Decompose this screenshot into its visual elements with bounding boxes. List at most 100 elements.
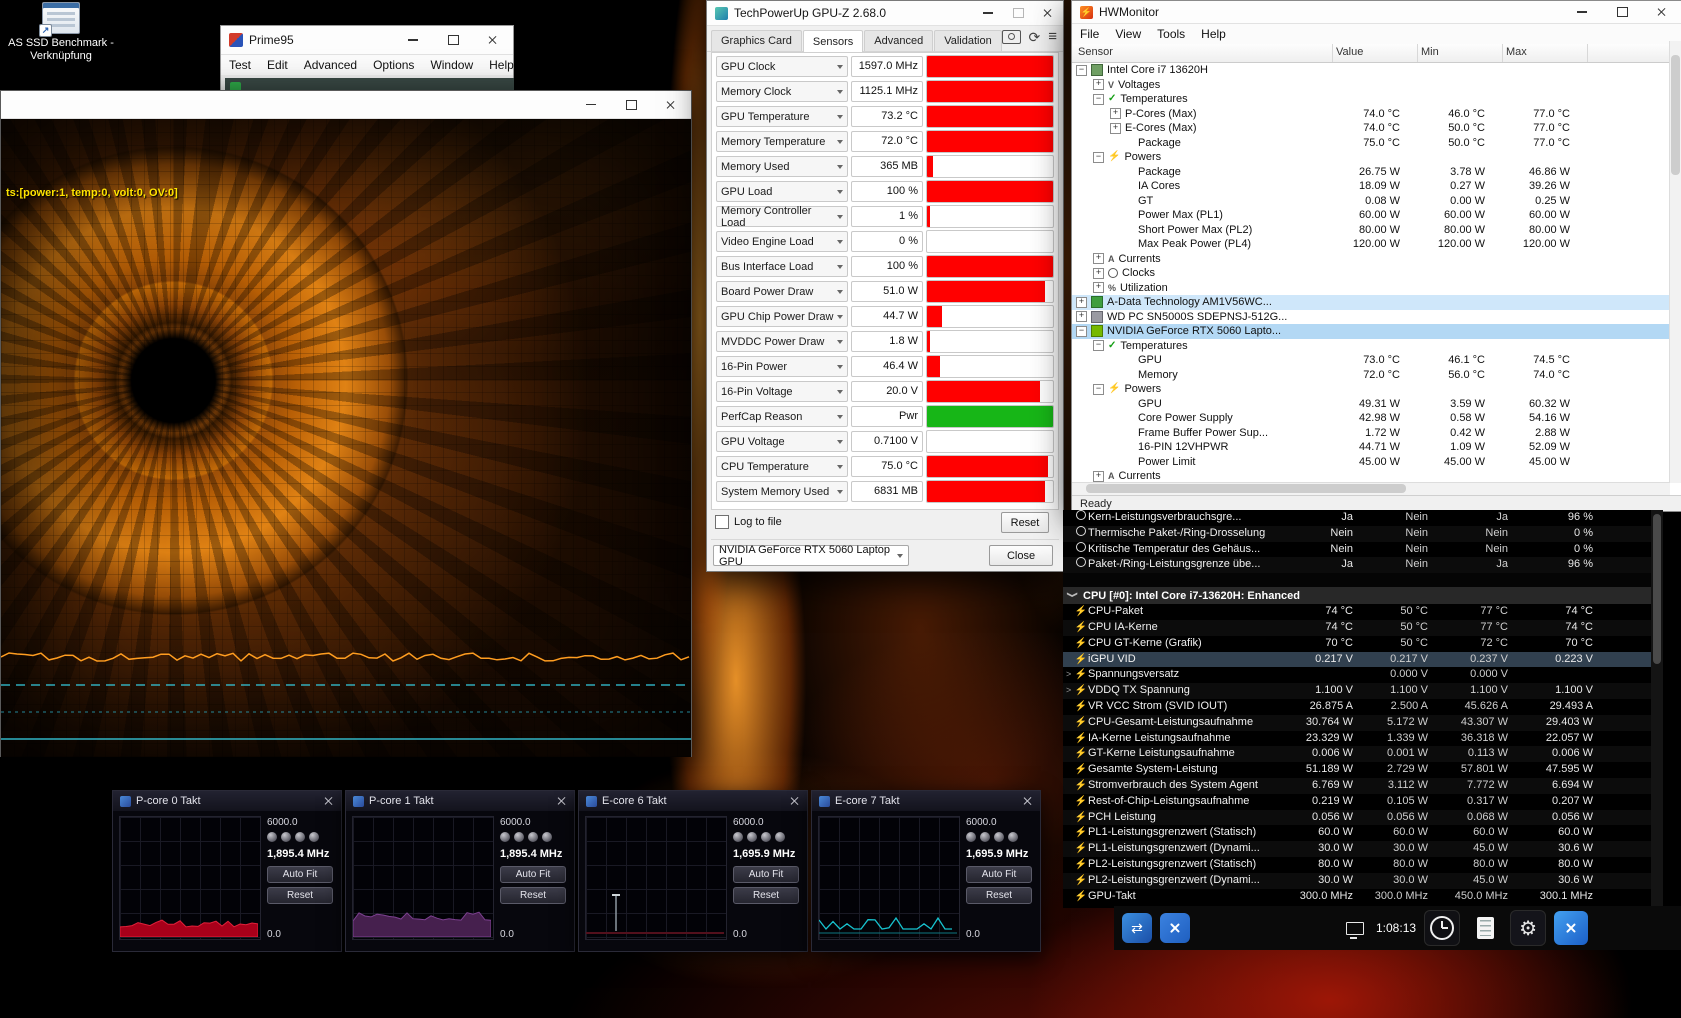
tree-row[interactable]: +WD PC SN5000S SDEPNSJ-512G... <box>1072 310 1670 325</box>
sensor-row[interactable]: >⚡VDDQ TX Spannung1.100 V1.100 V1.100 V1… <box>1063 683 1663 699</box>
tree-row[interactable]: Frame Buffer Power Sup...1.72 W0.42 W2.8… <box>1072 426 1670 441</box>
auto-fit-button[interactable]: Auto Fit <box>733 866 799 883</box>
reset-button[interactable]: Reset <box>1001 512 1049 533</box>
sensor-row[interactable]: ⚡CPU-Gesamt-Leistungsaufnahme30.764 W5.1… <box>1063 715 1663 731</box>
close-button[interactable] <box>473 26 513 54</box>
expander-plus-icon[interactable]: + <box>1093 282 1104 293</box>
auto-fit-button[interactable]: Auto Fit <box>966 866 1032 883</box>
tab-graphics-card[interactable]: Graphics Card <box>711 30 802 51</box>
blue-x-app-icon[interactable] <box>1554 911 1588 945</box>
sensor-row[interactable]: Paket-/Ring-Leistungsgrenze übe...JaNein… <box>1063 557 1663 573</box>
hwmonitor-menu-view[interactable]: View <box>1107 24 1149 44</box>
tray-clock[interactable]: 1:08:13 <box>1376 921 1416 935</box>
sensor-row[interactable]: ⚡CPU IA-Kerne74 °C50 °C77 °C74 °C <box>1063 620 1663 636</box>
scrollbar-thumb[interactable] <box>1671 55 1680 175</box>
close-button[interactable] <box>324 796 334 806</box>
maximize-button[interactable] <box>1602 1 1642 23</box>
prime95-menu-options[interactable]: Options <box>365 55 422 75</box>
blue-x-tray-icon[interactable] <box>1160 913 1190 943</box>
tree-row[interactable]: GT0.08 W0.00 W0.25 W <box>1072 194 1670 209</box>
sensor-row[interactable]: Kern-Leistungsverbrauchsgre...JaNeinJa96… <box>1063 510 1663 526</box>
hwmonitor-menu-help[interactable]: Help <box>1193 24 1234 44</box>
tree-row[interactable]: GPU73.0 °C46.1 °C74.5 °C <box>1072 353 1670 368</box>
prime95-menu-advanced[interactable]: Advanced <box>296 55 365 75</box>
tree-row[interactable]: Power Max (PL1)60.00 W60.00 W60.00 W <box>1072 208 1670 223</box>
close-button[interactable] <box>651 91 691 118</box>
expander-minus-icon[interactable]: − <box>1093 340 1104 351</box>
sensor-label-button[interactable]: GPU Temperature <box>716 106 848 127</box>
hamburger-menu-icon[interactable]: ≡ <box>1048 30 1057 44</box>
maximize-button[interactable] <box>611 91 651 118</box>
log-document-icon[interactable] <box>1468 911 1502 945</box>
refresh-icon[interactable]: ⟳ <box>1029 30 1041 44</box>
sensor-row[interactable]: ⚡Gesamte System-Leistung51.189 W2.729 W5… <box>1063 762 1663 778</box>
auto-fit-button[interactable]: Auto Fit <box>500 866 566 883</box>
expander-plus-icon[interactable]: + <box>1093 268 1104 279</box>
hwinfo-section-header[interactable]: ❭ CPU [#0]: Intel Core i7-13620H: Enhanc… <box>1063 587 1663 604</box>
tree-row[interactable]: Power Limit45.00 W45.00 W45.00 W <box>1072 455 1670 470</box>
reset-button[interactable]: Reset <box>267 887 333 904</box>
sensor-label-button[interactable]: 16-Pin Power <box>716 356 848 377</box>
scrollbar-thumb[interactable] <box>1653 514 1661 664</box>
close-button[interactable] <box>1642 1 1681 23</box>
sensor-row[interactable]: ⚡iGPU VID0.217 V0.217 V0.237 V0.223 V <box>1063 652 1663 668</box>
expander-plus-icon[interactable]: + <box>1093 471 1104 482</box>
tab-advanced[interactable]: Advanced <box>864 30 933 51</box>
column-header-sensor[interactable]: Sensor <box>1078 46 1113 58</box>
log-to-file-checkbox[interactable] <box>715 515 729 529</box>
sensor-label-button[interactable]: Bus Interface Load <box>716 256 848 277</box>
minimize-button[interactable] <box>1562 1 1602 23</box>
vertical-scrollbar[interactable] <box>1669 41 1681 483</box>
clock-window-titlebar[interactable]: P-core 1 Takt <box>346 791 574 811</box>
expander-plus-icon[interactable]: + <box>1093 79 1104 90</box>
sensor-label-button[interactable]: Video Engine Load <box>716 231 848 252</box>
sensor-label-button[interactable]: Memory Used <box>716 156 848 177</box>
sensor-row[interactable]: ⚡CPU GT-Kerne (Grafik)70 °C50 °C72 °C70 … <box>1063 636 1663 652</box>
expander-minus-icon[interactable]: − <box>1093 384 1104 395</box>
column-header-min[interactable]: Min <box>1421 46 1439 58</box>
sensor-label-button[interactable]: GPU Voltage <box>716 431 848 452</box>
expander-minus-icon[interactable]: − <box>1076 65 1087 76</box>
expander-minus-icon[interactable]: − <box>1076 326 1087 337</box>
tab-validation[interactable]: Validation <box>934 30 1002 51</box>
reset-button[interactable]: Reset <box>500 887 566 904</box>
sensor-label-button[interactable]: GPU Chip Power Draw <box>716 306 848 327</box>
expander-plus-icon[interactable]: + <box>1093 253 1104 264</box>
sensor-label-button[interactable]: PerfCap Reason <box>716 406 848 427</box>
sensor-row[interactable]: Thermische Paket-/Ring-DrosselungNeinNei… <box>1063 526 1663 542</box>
tree-row[interactable]: GPU49.31 W3.59 W60.32 W <box>1072 397 1670 412</box>
reset-button[interactable]: Reset <box>966 887 1032 904</box>
sensor-label-button[interactable]: GPU Clock <box>716 56 848 77</box>
sensor-label-button[interactable]: CPU Temperature <box>716 456 848 477</box>
settings-gear-icon[interactable]: ⚙ <box>1510 910 1546 946</box>
tree-row[interactable]: Max Peak Power (PL4)120.00 W120.00 W120.… <box>1072 237 1670 252</box>
gpuz-titlebar[interactable]: TechPowerUp GPU-Z 2.68.0 <box>707 1 1063 26</box>
tree-row[interactable]: +Clocks <box>1072 266 1670 281</box>
tree-row[interactable]: −✓Temperatures <box>1072 339 1670 354</box>
expander-minus-icon[interactable]: − <box>1093 94 1104 105</box>
expander-plus-icon[interactable]: + <box>1110 123 1121 134</box>
tree-row[interactable]: Package26.75 W3.78 W46.86 W <box>1072 165 1670 180</box>
tree-row[interactable]: Memory72.0 °C56.0 °C74.0 °C <box>1072 368 1670 383</box>
scrollbar-thumb[interactable] <box>1086 484 1406 493</box>
clock-window-titlebar[interactable]: E-core 7 Takt <box>812 791 1040 811</box>
close-button[interactable] <box>557 796 567 806</box>
desktop-shortcut-as-ssd[interactable]: ↗ AS SSD Benchmark - Verknüpfung <box>6 2 116 63</box>
tree-row[interactable]: −NVIDIA GeForce RTX 5060 Lapto... <box>1072 324 1670 339</box>
tree-row[interactable]: +P-Cores (Max)74.0 °C46.0 °C77.0 °C <box>1072 107 1670 122</box>
tree-row[interactable]: +%Utilization <box>1072 281 1670 296</box>
tree-row[interactable]: +E-Cores (Max)74.0 °C50.0 °C77.0 °C <box>1072 121 1670 136</box>
prime95-menu-edit[interactable]: Edit <box>259 55 296 75</box>
tree-row[interactable]: +ACurrents <box>1072 252 1670 267</box>
maximize-button[interactable] <box>1003 1 1033 25</box>
traffic-arrows-tray-icon[interactable]: ⇄ <box>1122 913 1152 943</box>
network-icon[interactable] <box>1346 922 1364 935</box>
sensor-label-button[interactable]: MVDDC Power Draw <box>716 331 848 352</box>
expander-minus-icon[interactable]: − <box>1093 152 1104 163</box>
expander-plus-icon[interactable]: + <box>1110 108 1121 119</box>
prime95-menu-help[interactable]: Help <box>481 55 522 75</box>
prime95-menu-test[interactable]: Test <box>221 55 259 75</box>
minimize-button[interactable] <box>393 26 433 54</box>
sensor-label-button[interactable]: System Memory Used <box>716 481 848 502</box>
column-header-value[interactable]: Value <box>1336 46 1363 58</box>
